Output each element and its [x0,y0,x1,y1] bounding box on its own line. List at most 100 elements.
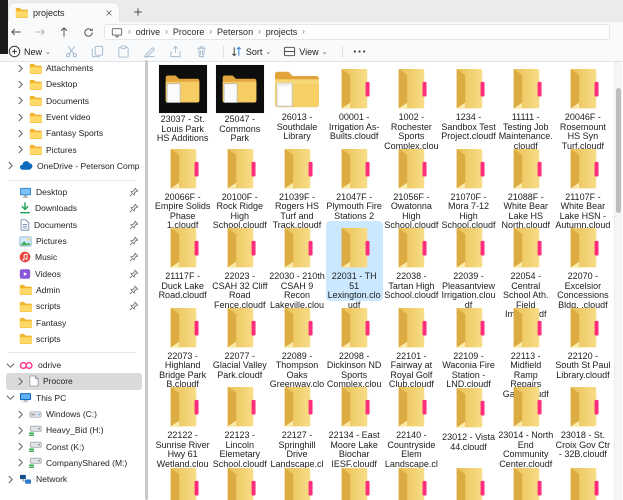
file-item-22023-csah-32-cliff-road-fence-cloudf[interactable]: 22023 - CSAH 32 Cliff Road Fence.cloudf [211,221,268,301]
file-item-22089-thompson-oaks-greenway-cloudf[interactable]: 22089 - Thompson Oaks Greenway.cloudf [268,301,325,381]
sidebar-item-attachments[interactable]: Attachments [6,60,142,76]
chevron-down-icon[interactable] [6,362,15,369]
chevron-right-icon[interactable] [16,129,25,138]
chevron-right-icon[interactable] [16,426,25,435]
file-item-partial[interactable] [383,460,440,500]
back-button[interactable] [8,25,24,39]
cut-button[interactable] [61,44,83,60]
file-item-23037-st-louis-park-hs-additions[interactable]: 23037 - St. Louis Park HS Additions [154,62,211,142]
file-item-22054-central-school-ath-field-imp-cloud[interactable]: 22054 - Central School Ath. Field Imp.cl… [497,221,554,301]
sidebar-item-music[interactable]: Music [6,249,142,265]
file-item-partial[interactable] [554,460,611,500]
sidebar-item-odrive[interactable]: odrive [6,357,142,373]
sort-button[interactable]: Sort ⌄ [230,45,271,58]
chevron-right-icon[interactable] [16,377,25,386]
sidebar-item-desktop[interactable]: Desktop [6,184,142,200]
up-button[interactable] [56,25,72,39]
file-item-20100f-rock-ridge-high-school-cloudf[interactable]: 20100F - Rock Ridge High School.cloudf [211,142,268,222]
chevron-right-icon[interactable] [16,458,25,467]
file-item-21047f-plymouth-fire-stations-2-and-3-cl[interactable]: 21047F - Plymouth Fire Stations 2 and 3.… [326,142,383,222]
file-item-partial[interactable] [211,460,268,500]
sidebar-item-windows-c[interactable]: Windows (C:) [6,406,142,422]
file-item-partial[interactable] [268,460,325,500]
file-item-22127-springhill-drive-landscape-cloudf[interactable]: 22127 - Springhill Drive Landscape.cloud… [268,380,325,460]
sidebar-item-fantasy-sports[interactable]: Fantasy Sports [6,125,142,141]
sidebar-item-onedrive-peterson-companies-inc[interactable]: OneDrive - Peterson Companies, Inc [6,158,142,174]
forward-button[interactable] [32,25,48,39]
file-item-22120-south-st-paul-library-cloudf[interactable]: 22120 - South St Paul Library.cloudf [554,301,611,381]
file-item-21039f-rogers-hs-turf-and-track-cloudf[interactable]: 21039F - Rogers HS Turf and Track.cloudf [268,142,325,222]
breadcrumb-item-odrive[interactable]: odrive [136,27,161,37]
file-item-22122-sunrise-river-hwy-61-wetland-cloud[interactable]: 22122 - Sunrise River Hwy 61 Wetland.clo… [154,380,211,460]
file-item-00001-irrigation-as-builts-cloudf[interactable]: 00001 - Irrigation As-Builts.cloudf [326,62,383,142]
file-item-22134-east-moore-lake-biochar-iesf-cloud[interactable]: 22134 - East Moore Lake Biochar IESF.clo… [326,380,383,460]
file-item-26013-southdale-library[interactable]: 26013 - Southdale Library [268,62,325,142]
file-item-23012-vista-44-cloudf[interactable]: 23012 - Vista 44.cloudf [440,380,497,460]
sidebar-item-scripts[interactable]: scripts [6,298,142,314]
file-item-1002-rochester-sports-complex-cloudf[interactable]: 1002 - Rochester Sports Complex.cloudf [383,62,440,142]
sidebar-item-network[interactable]: Network [6,471,142,487]
file-item-22038-tartan-high-school-cloudf[interactable]: 22038 - Tartan High School.cloudf [383,221,440,301]
file-item-23014-north-end-community-center-cloudf[interactable]: 23014 - North End Community Center.cloud… [497,380,554,460]
paste-button[interactable] [113,44,135,60]
file-item-23018-st-croix-gov-ctr-32b-cloudf[interactable]: 23018 - St. Croix Gov Ctr - 32B.cloudf [554,380,611,460]
more-options-button[interactable] [349,44,371,60]
file-item-1234-sandbox-test-project-cloudf[interactable]: 1234 - Sandbox Test Project.cloudf [440,62,497,142]
close-icon[interactable] [105,9,113,17]
copy-button[interactable] [87,44,109,60]
file-item-22070-excelsior-concessions-bldg-cloudf[interactable]: 22070 - Excelsior Concessions Bldg. .clo… [554,221,611,301]
file-item-25047-commons-park[interactable]: 25047 - Commons Park [211,62,268,142]
file-item-22073-highland-bridge-park-b-cloudf[interactable]: 22073 - Highland Bridge Park B.cloudf [154,301,211,381]
refresh-button[interactable] [80,25,96,39]
file-item-22039-pleasantview-irrigation-cloudf[interactable]: 22039 - Pleasantview Irrigation.cloudf [440,221,497,301]
sidebar-item-downloads[interactable]: Downloads [6,200,142,216]
chevron-down-icon[interactable] [6,394,15,401]
chevron-right-icon[interactable] [16,410,25,419]
sidebar-item-procore[interactable]: Procore [6,373,142,389]
new-button[interactable]: New ⌄ [8,45,51,58]
file-item-partial[interactable] [440,460,497,500]
file-item-21070f-mora-7-12-high-school-cloudf[interactable]: 21070F - Mora 7-12 High School.cloudf [440,142,497,222]
file-item-22031-th-51-lexington-cloudf[interactable]: 22031 - TH 51 Lexington.cloudf [326,221,383,301]
sidebar-scrollbar[interactable] [145,60,148,500]
breadcrumb-item-peterson[interactable]: Peterson [217,27,253,37]
file-item-22098-dickinson-nd-sports-complex-cloudf[interactable]: 22098 - Dickinson ND Sports Complex.clou… [326,301,383,381]
sidebar-item-documents[interactable]: Documents [6,93,142,109]
file-item-22109-waconia-fire-station-lnd-cloudf[interactable]: 22109 - Waconia Fire Station - LND.cloud… [440,301,497,381]
file-item-21107f-white-bear-lake-hsn-autumn-cloudf[interactable]: 21107F - White Bear Lake HSN - Autumn.cl… [554,142,611,222]
file-item-partial[interactable] [154,460,211,500]
file-item-22030-210th-csah-9-recon-lakeville-cloud[interactable]: 22030 - 210th CSAH 9 Recon Lakeville.clo… [268,221,325,301]
breadcrumb[interactable]: ›odrive›Procore›Peterson›projects› [104,24,610,40]
sidebar-item-this-pc[interactable]: This PC [6,390,142,406]
breadcrumb-item-projects[interactable]: projects [266,27,298,37]
chevron-right-icon[interactable] [6,475,15,484]
sidebar-item-videos[interactable]: Videos [6,265,142,281]
rename-button[interactable] [139,44,161,60]
file-item-20066f-empire-solids-phase-1-cloudf[interactable]: 20066F - Empire Solids Phase 1.cloudf [154,142,211,222]
sidebar-item-const-k[interactable]: Const (K:) [6,438,142,454]
sidebar-item-pictures[interactable]: Pictures [6,233,142,249]
file-item-11111-testing-job-maintenance-cloudf[interactable]: 11111 - Testing Job Maintenance.cloudf [497,62,554,142]
file-item-partial[interactable] [497,460,554,500]
chevron-right-icon[interactable] [16,113,25,122]
vertical-scrollbar-thumb[interactable] [616,88,621,213]
sidebar-item-heavy-bid-h[interactable]: Heavy_Bid (H:) [6,422,142,438]
file-item-22113-midfield-ramp-repairs-gate-cloudf[interactable]: 22113 - Midfield Ramp Repairs Gate.cloud… [497,301,554,381]
sidebar-item-fantasy[interactable]: Fantasy [6,314,142,330]
file-item-20046f-rosemount-hs-syn-turf-cloudf[interactable]: 20046F - Rosemount HS Syn Turf.cloudf [554,62,611,142]
chevron-right-icon[interactable] [16,96,25,105]
delete-button[interactable] [191,44,213,60]
chevron-right-icon[interactable] [16,145,25,154]
file-item-21088f-white-bear-lake-hs-north-cloudf[interactable]: 21088F - White Bear Lake HS North.cloudf [497,142,554,222]
sidebar-item-scripts[interactable]: scripts [6,331,142,347]
new-tab-button[interactable] [131,5,145,19]
sidebar-item-event-video[interactable]: Event video [6,109,142,125]
file-item-partial[interactable] [326,460,383,500]
share-button[interactable] [165,44,187,60]
file-item-22123-lincoln-elemetary-school-cloudf[interactable]: 22123 - Lincoln Elemetary School.cloudf [211,380,268,460]
file-item-22077-glacial-valley-park-cloudf[interactable]: 22077 - Glacial Valley Park.cloudf [211,301,268,381]
sidebar-item-desktop[interactable]: Desktop [6,76,142,92]
sidebar-item-companyshared-m[interactable]: CompanyShared (M:) [6,455,142,471]
file-item-21056f-owatonna-high-school-cloudf[interactable]: 21056F - Owatonna High School.cloudf [383,142,440,222]
view-button[interactable]: View ⌄ [283,45,327,58]
